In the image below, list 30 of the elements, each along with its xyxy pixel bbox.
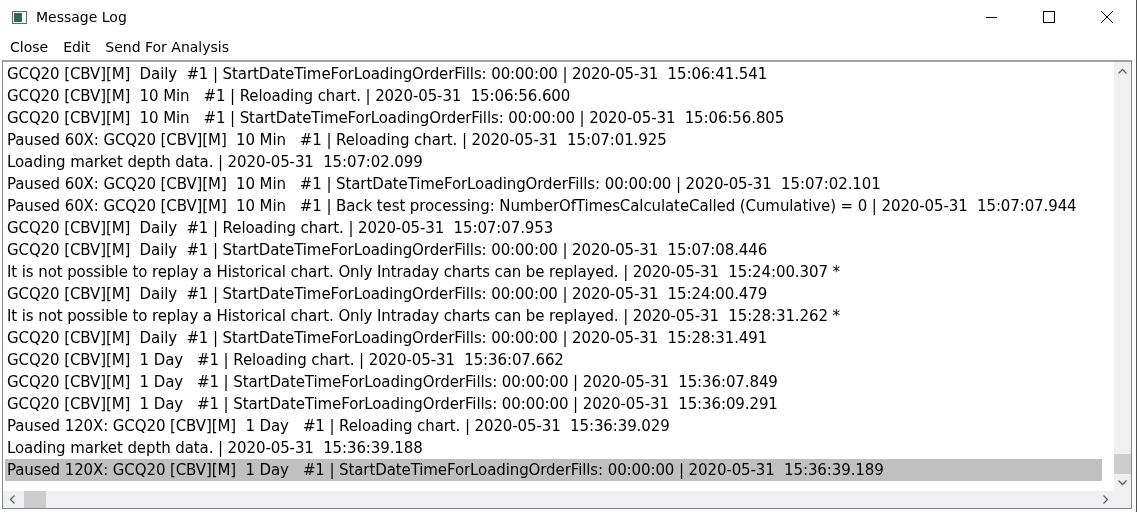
maximize-icon[interactable] [1043,11,1055,23]
horizontal-scrollbar[interactable] [3,491,1114,508]
log-row[interactable]: GCQ20 [CBV][M] 1 Day #1 | StartDateTimeForLoadingOrderFills: 00:00:00 | 2020-05-31 15:36:09.291 [5,393,1114,415]
log-row[interactable]: Paused 60X: GCQ20 [CBV][M] 10 Min #1 | StartDateTimeForLoadingOrderFills: 00:00:00 | 2020-05-31 15:07:02.101 [5,173,1114,195]
window-title: Message Log [36,9,128,25]
log-row[interactable]: Paused 60X: GCQ20 [CBV][M] 10 Min #1 | Reloading chart. | 2020-05-31 15:07:01.925 [5,129,1114,151]
log-row[interactable]: GCQ20 [CBV][M] 10 Min #1 | StartDateTimeForLoadingOrderFills: 00:00:00 | 2020-05-31 15:06:56.805 [5,107,1114,129]
log-row[interactable]: GCQ20 [CBV][M] Daily #1 | StartDateTimeForLoadingOrderFills: 00:00:00 | 2020-05-31 15:07:08.446 [5,239,1114,261]
scroll-thumb[interactable] [24,491,46,508]
log-row[interactable]: Loading market depth data. | 2020-05-31 15:36:39.188 [5,437,1114,459]
log-row[interactable]: GCQ20 [CBV][M] Daily #1 | StartDateTimeForLoadingOrderFills: 00:00:00 | 2020-05-31 15:28:31.491 [5,327,1114,349]
log-row[interactable]: Paused 120X: GCQ20 [CBV][M] 1 Day #1 | Reloading chart. | 2020-05-31 15:36:39.029 [5,415,1114,437]
close-icon[interactable] [1101,11,1113,23]
log-row[interactable]: Paused 60X: GCQ20 [CBV][M] 10 Min #1 | Back test processing: NumberOfTimesCalculateCalled (Cumulative) = 0 | 2020-05-31 15:07:07.944 [5,195,1114,217]
log-row[interactable]: GCQ20 [CBV][M] 1 Day #1 | StartDateTimeForLoadingOrderFills: 00:00:00 | 2020-05-31 15:36:07.849 [5,371,1114,393]
log-row[interactable]: GCQ20 [CBV][M] 10 Min #1 | Reloading chart. | 2020-05-31 15:06:56.600 [5,85,1114,107]
log-row[interactable]: GCQ20 [CBV][M] Daily #1 | StartDateTimeForLoadingOrderFills: 00:00:00 | 2020-05-31 15:24:00.479 [5,283,1114,305]
log-row[interactable]: It is not possible to replay a Historical chart. Only Intraday charts can be replayed. | 2020-05-31 15:28:31.262 * [5,305,1114,327]
log-row[interactable]: GCQ20 [CBV][M] 1 Day #1 | Reloading chart. | 2020-05-31 15:36:07.662 [5,349,1114,371]
vertical-scrollbar[interactable] [1114,62,1131,491]
app-icon [12,10,27,24]
log-row[interactable]: GCQ20 [CBV][M] Daily #1 | StartDateTimeForLoadingOrderFills: 00:00:00 | 2020-05-31 15:06:41.541 [5,63,1114,85]
scroll-thumb[interactable] [1114,454,1131,474]
log-row[interactable]: Paused 120X: GCQ20 [CBV][M] 1 Day #1 | StartDateTimeForLoadingOrderFills: 00:00:00 | 2020-05-31 15:36:39.189 [5,459,1102,481]
menu-item[interactable]: Send For Analysis [97,36,236,58]
log-row[interactable]: Loading market depth data. | 2020-05-31 15:07:02.099 [5,151,1114,173]
log-row[interactable]: GCQ20 [CBV][M] Daily #1 | Reloading chart. | 2020-05-31 15:07:07.953 [5,217,1114,239]
log-row[interactable]: It is not possible to replay a Historical chart. Only Intraday charts can be replayed. | 2020-05-31 15:24:00.307 * [5,261,1114,283]
menu-item[interactable]: Close [2,36,56,58]
menu-item[interactable]: Edit [55,36,98,58]
